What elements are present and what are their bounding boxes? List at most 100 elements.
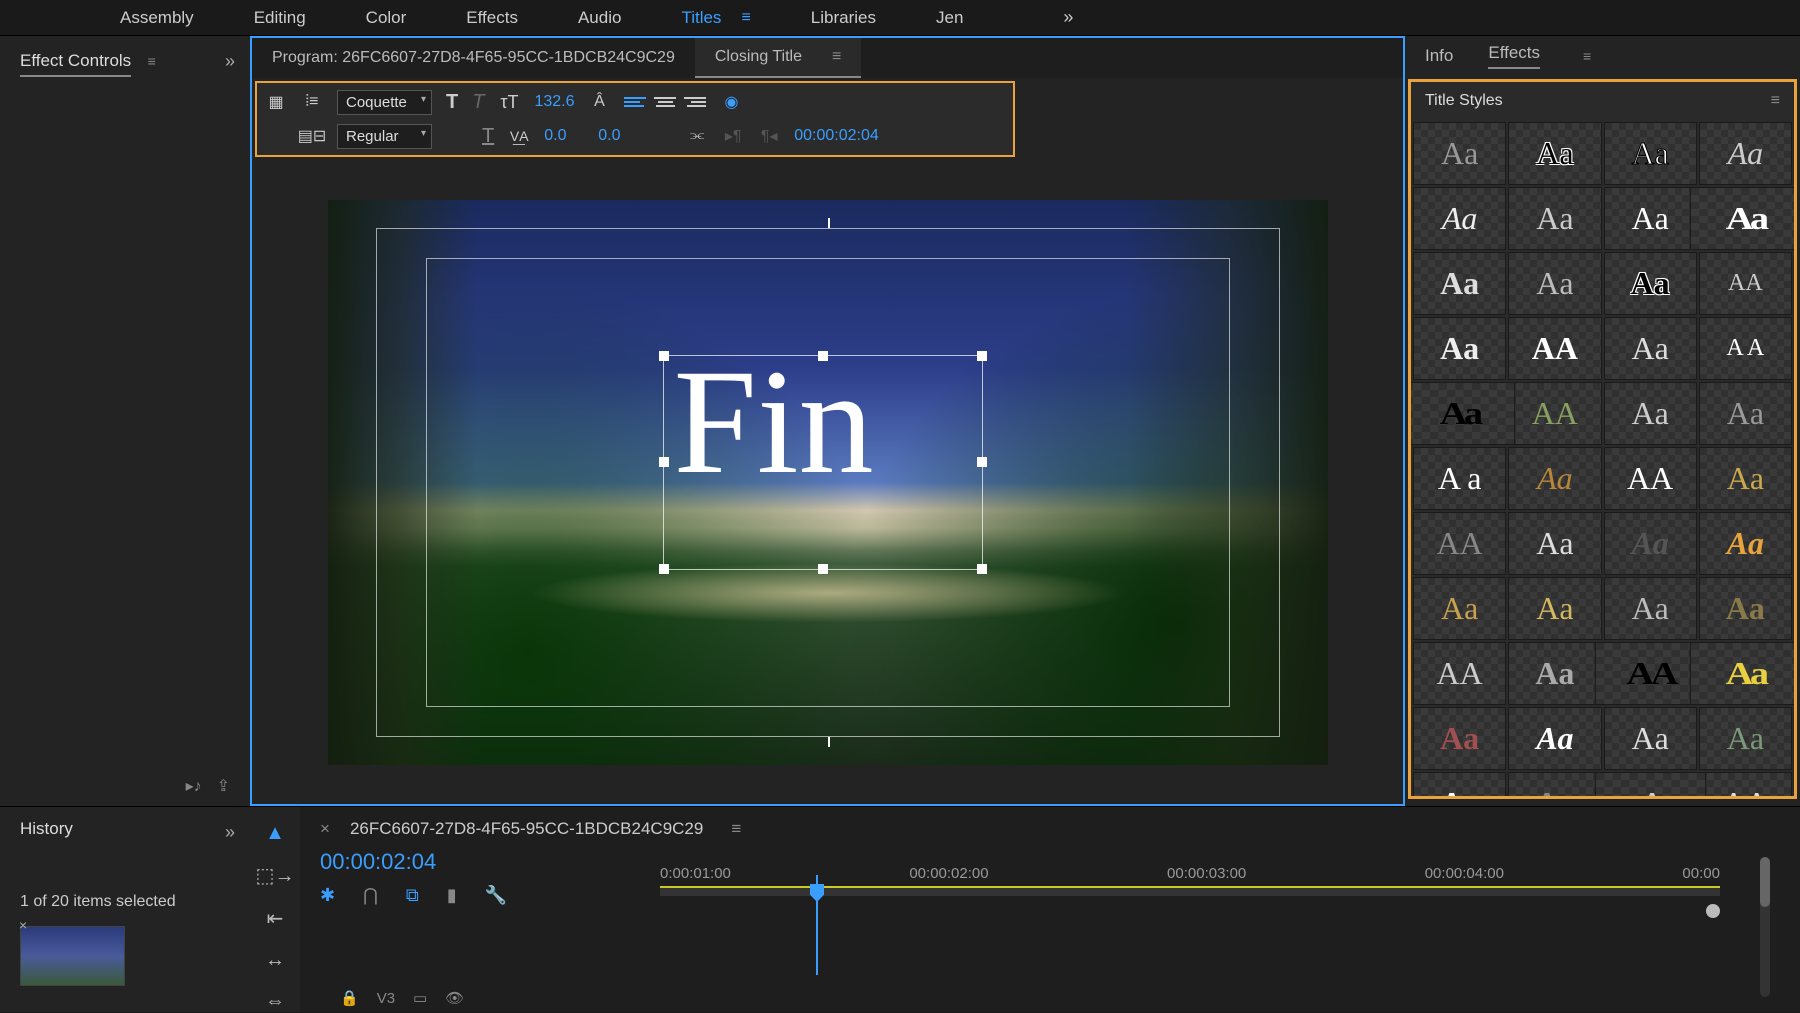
linked-selection-icon[interactable]: ⧉ xyxy=(406,885,419,906)
align-right-button[interactable] xyxy=(684,92,706,112)
title-style-swatch[interactable]: AA xyxy=(1604,447,1697,510)
title-style-swatch[interactable]: Aa xyxy=(1508,252,1601,315)
title-style-swatch[interactable]: Aa xyxy=(1699,512,1792,575)
title-properties-icon[interactable]: ⦙≡ xyxy=(301,91,323,113)
track-select-tool-icon[interactable]: ⬚→ xyxy=(262,863,288,888)
title-style-swatch[interactable]: Aa xyxy=(1604,512,1697,575)
italic-button[interactable]: T xyxy=(472,91,484,114)
title-style-swatch[interactable]: Aa xyxy=(1604,382,1697,445)
workspace-tab-titles[interactable]: Titles xyxy=(681,8,721,28)
title-style-swatch[interactable]: Aa xyxy=(1413,577,1506,640)
title-actions-icon[interactable]: ▤⊟ xyxy=(301,125,323,147)
title-style-swatch[interactable]: Aa xyxy=(1413,317,1506,380)
work-area-end[interactable] xyxy=(1706,904,1720,918)
title-style-swatch[interactable]: A a xyxy=(1413,447,1506,510)
workspace-tab-color[interactable]: Color xyxy=(366,8,407,28)
title-style-swatch[interactable]: Aa xyxy=(1604,317,1697,380)
track-visibility-icon[interactable]: 👁 xyxy=(445,989,464,1007)
panel-expand-icon[interactable]: » xyxy=(225,822,235,843)
workspace-tab-effects[interactable]: Effects xyxy=(466,8,518,28)
title-style-swatch[interactable]: Aa xyxy=(1604,707,1697,770)
effects-tab[interactable]: Effects xyxy=(1488,43,1540,69)
track-sync-icon[interactable]: ▭ xyxy=(413,989,427,1007)
font-family-select[interactable]: Coquette ▾ xyxy=(337,90,432,115)
title-style-swatch[interactable]: AA xyxy=(1508,317,1601,380)
rate-stretch-tool-icon[interactable]: ↔ xyxy=(262,949,288,972)
title-style-swatch[interactable]: Aa xyxy=(1508,577,1601,640)
title-style-swatch[interactable]: Aa xyxy=(1508,122,1601,185)
workspace-tab-editing[interactable]: Editing xyxy=(254,8,306,28)
ltr-icon[interactable]: ▸¶ xyxy=(722,125,744,147)
monitor-frame[interactable]: Fin xyxy=(328,200,1328,765)
title-style-swatch[interactable]: Aa xyxy=(1508,707,1601,770)
underline-button[interactable]: T xyxy=(482,125,494,148)
leading-value[interactable]: 0.0 xyxy=(598,127,638,145)
resize-handle[interactable] xyxy=(977,457,987,467)
title-style-swatch[interactable]: Aa xyxy=(1699,122,1792,185)
title-style-swatch[interactable]: Aa xyxy=(1508,772,1601,799)
title-style-swatch[interactable]: Aa xyxy=(1604,577,1697,640)
workspace-tab-audio[interactable]: Audio xyxy=(578,8,621,28)
panel-expand-icon[interactable]: » xyxy=(225,51,235,72)
panel-menu-icon[interactable]: ≡ xyxy=(731,819,741,839)
font-size-value[interactable]: 132.6 xyxy=(534,93,574,111)
panel-menu-icon[interactable]: ≡ xyxy=(1583,48,1591,64)
align-center-button[interactable] xyxy=(654,92,676,112)
title-style-swatch[interactable]: Aa xyxy=(1689,187,1797,250)
info-tab[interactable]: Info xyxy=(1425,46,1453,66)
title-style-swatch[interactable]: Aa xyxy=(1508,512,1601,575)
font-style-select[interactable]: Regular ▾ xyxy=(337,124,432,149)
title-style-swatch[interactable]: Aa xyxy=(1604,187,1697,250)
play-toggle-icon[interactable]: ▸♪ xyxy=(186,776,202,796)
title-style-swatch[interactable]: Aa xyxy=(1413,187,1506,250)
workspace-tab-libraries[interactable]: Libraries xyxy=(811,8,876,28)
workspace-overflow-icon[interactable]: » xyxy=(1063,7,1073,28)
title-text-content[interactable]: Fin xyxy=(674,336,874,508)
title-style-swatch[interactable]: Aa xyxy=(1699,707,1792,770)
panel-menu-icon[interactable]: ≡ xyxy=(1771,92,1780,110)
selection-tool-icon[interactable]: ▲ xyxy=(262,822,288,845)
workspace-tab-jen[interactable]: Jen xyxy=(936,8,963,28)
panel-menu-icon[interactable]: ≡ xyxy=(148,53,156,69)
title-style-swatch[interactable]: Aa xyxy=(1689,642,1797,705)
title-style-swatch[interactable]: Aa xyxy=(1413,772,1506,799)
title-style-swatch[interactable]: AA xyxy=(1413,642,1506,705)
resize-handle[interactable] xyxy=(977,351,987,361)
rtl-icon[interactable]: ¶◂ xyxy=(758,125,780,147)
title-style-swatch[interactable]: AA xyxy=(1508,382,1601,445)
program-tab-closing-title[interactable]: Closing Title ≡ xyxy=(695,38,862,78)
title-style-swatch[interactable]: Aa xyxy=(1699,382,1792,445)
resize-handle[interactable] xyxy=(659,351,669,361)
resize-handle[interactable] xyxy=(659,564,669,574)
title-style-swatch[interactable]: Aa xyxy=(1604,122,1697,185)
kerning-icon[interactable]: Â xyxy=(588,91,610,113)
resize-handle[interactable] xyxy=(659,457,669,467)
title-style-swatch[interactable]: AA xyxy=(1413,512,1506,575)
title-style-swatch[interactable]: Aa xyxy=(1408,382,1516,445)
toolbar-timecode[interactable]: 00:00:02:04 xyxy=(794,127,879,145)
title-style-swatch[interactable]: Aa xyxy=(1699,447,1792,510)
timeline-ruler[interactable]: 0:00:01:00 00:00:02:00 00:00:03:00 00:00… xyxy=(660,865,1720,895)
title-text-bounding-box[interactable]: Fin xyxy=(663,355,983,570)
title-style-swatch[interactable]: Aa xyxy=(1508,642,1601,705)
tab-menu-icon[interactable]: ≡ xyxy=(832,48,841,66)
ripple-edit-tool-icon[interactable]: ⇤ xyxy=(262,906,288,931)
tab-stops-icon[interactable]: ⫘ xyxy=(686,125,708,147)
title-templates-icon[interactable]: ▦ xyxy=(265,91,287,113)
title-style-swatch[interactable]: A xyxy=(1594,772,1706,799)
title-style-swatch[interactable]: Aa xyxy=(1413,122,1506,185)
track-label[interactable]: V3 xyxy=(377,990,395,1007)
wrench-icon[interactable]: 🔧 xyxy=(485,885,507,906)
scrollbar-thumb[interactable] xyxy=(1760,857,1770,907)
title-style-swatch[interactable]: AA xyxy=(1699,772,1792,799)
timeline-sequence-name[interactable]: 26FC6607-27D8-4F65-95CC-1BDCB24C9C29 xyxy=(350,819,703,839)
export-icon[interactable]: ⇪ xyxy=(217,776,230,796)
history-thumbnail[interactable] xyxy=(20,926,125,986)
title-style-swatch[interactable]: Aa xyxy=(1699,577,1792,640)
slip-tool-icon[interactable]: ⇔ xyxy=(262,990,288,1013)
title-style-swatch[interactable]: Aa xyxy=(1508,187,1601,250)
snap-icon[interactable]: ✱ xyxy=(320,885,335,906)
track-lock-icon[interactable]: 🔒 xyxy=(340,989,359,1007)
bold-button[interactable]: T xyxy=(446,91,458,114)
show-video-icon[interactable]: ◉ xyxy=(720,91,742,113)
